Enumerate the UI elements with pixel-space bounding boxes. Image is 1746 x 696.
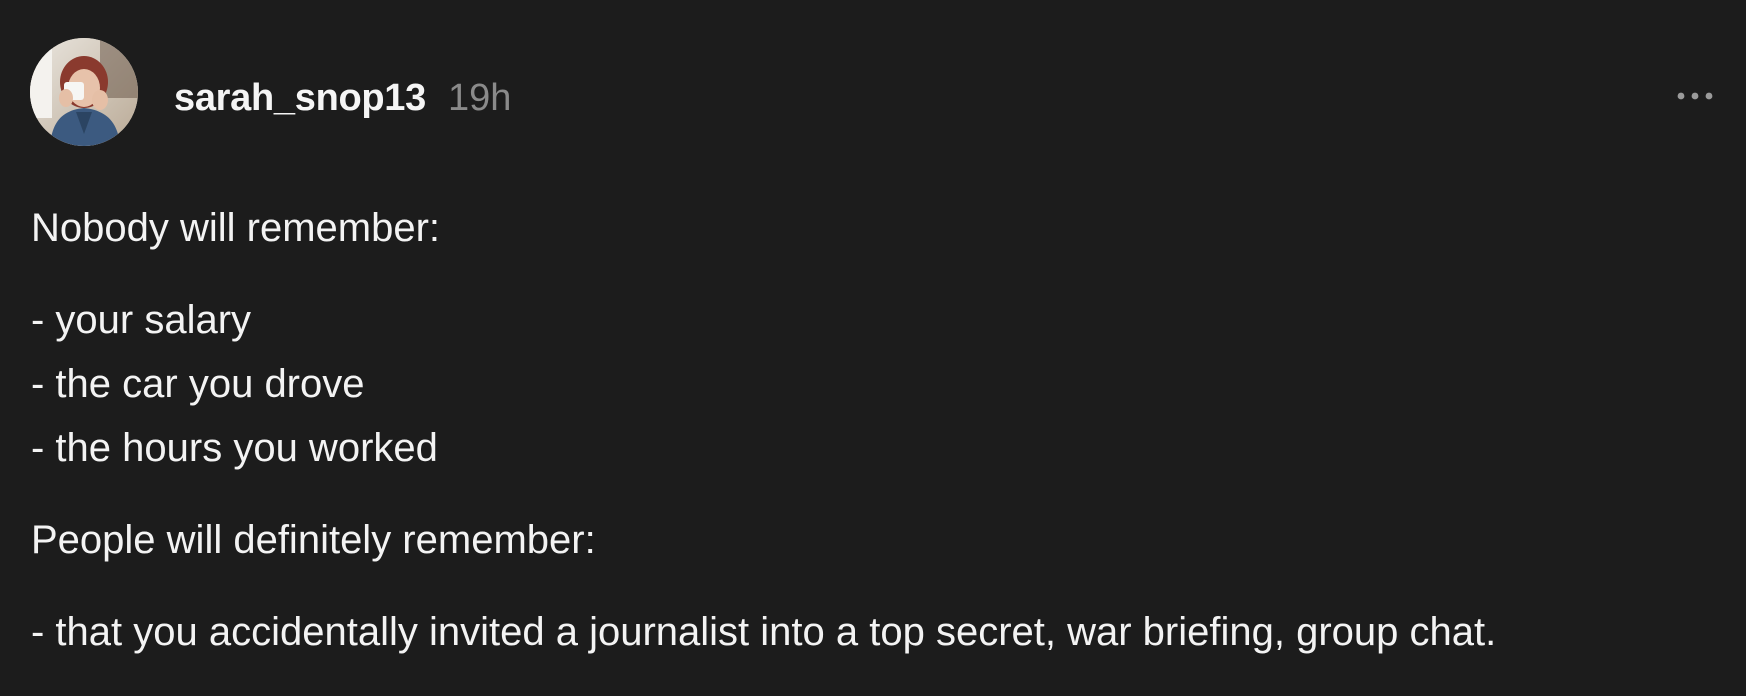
post-paragraph: Nobody will remember:: [31, 196, 1706, 260]
post-header: sarah_snop13 19h: [174, 70, 511, 126]
author-username[interactable]: sarah_snop13: [174, 77, 426, 120]
more-horizontal-icon: [1677, 92, 1713, 100]
post-card: sarah_snop13 19h Nobody will remember: -…: [0, 0, 1746, 696]
post-paragraph: - your salary - the car you drove - the …: [31, 288, 1706, 480]
post-timestamp[interactable]: 19h: [448, 77, 511, 120]
post-text-line: - the car you drove: [31, 362, 365, 406]
post-text-line: - that you accidentally invited a journa…: [31, 610, 1497, 654]
post-text-line: - the hours you worked: [31, 426, 438, 470]
more-options-button[interactable]: [1670, 78, 1720, 114]
post-text-line: People will definitely remember:: [31, 518, 596, 562]
post-paragraph: - that you accidentally invited a journa…: [31, 600, 1706, 664]
post-body: Nobody will remember: - your salary - th…: [31, 196, 1706, 664]
post-text-line: Nobody will remember:: [31, 206, 441, 250]
post-text-line: - your salary: [31, 298, 252, 342]
author-avatar[interactable]: [30, 38, 138, 146]
avatar-photo: [30, 38, 138, 146]
post-paragraph: People will definitely remember:: [31, 508, 1706, 572]
